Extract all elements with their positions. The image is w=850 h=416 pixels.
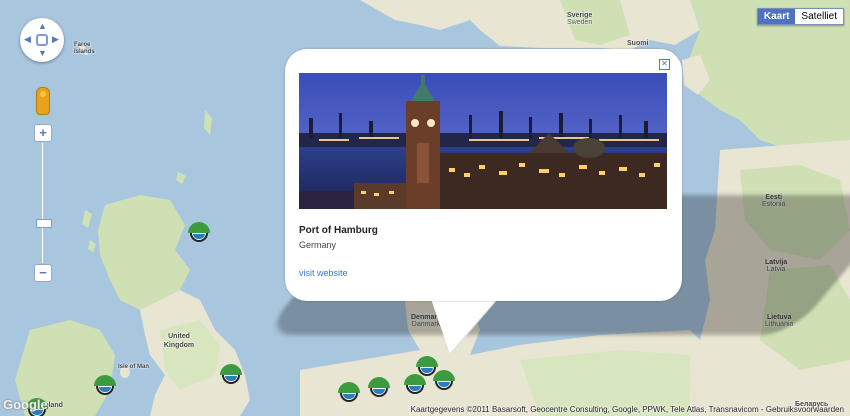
port-marker-icon[interactable] xyxy=(433,370,455,392)
pan-down-icon[interactable]: ▼ xyxy=(38,49,47,58)
google-logo: Google xyxy=(3,397,48,412)
port-marker-icon[interactable] xyxy=(338,382,360,404)
zoom-in-icon[interactable]: + xyxy=(34,124,52,142)
pan-left-icon[interactable]: ◀ xyxy=(24,35,31,44)
pan-center-icon xyxy=(36,34,48,46)
pegman-icon[interactable] xyxy=(37,88,49,114)
map[interactable]: Sverige Sweden Faroe Islands United King… xyxy=(0,0,850,416)
zoom-slider-handle[interactable] xyxy=(36,219,52,228)
port-marker-icon[interactable] xyxy=(220,364,242,386)
zoom-slider-track[interactable] xyxy=(41,142,44,264)
port-title: Port of Hamburg xyxy=(299,225,378,236)
pan-up-icon[interactable]: ▲ xyxy=(38,22,47,31)
close-icon[interactable]: ✕ xyxy=(659,59,670,70)
map-type-satelliet[interactable]: Satelliet xyxy=(795,9,843,24)
pan-control-icon[interactable]: ▲ ▼ ◀ ▶ xyxy=(20,18,64,62)
label-isle-of-man: Isle of Man xyxy=(118,364,150,370)
label-sweden: Sverige Sweden xyxy=(567,12,593,26)
map-type-kaart[interactable]: Kaart xyxy=(757,9,796,24)
port-marker-icon[interactable] xyxy=(368,377,390,399)
map-type-control: Kaart Satelliet xyxy=(756,8,844,25)
port-marker-icon[interactable] xyxy=(94,375,116,397)
port-country: Germany xyxy=(299,240,337,250)
port-marker-icon[interactable] xyxy=(188,222,210,244)
label-faroe-islands: Faroe Islands xyxy=(74,42,95,55)
pan-right-icon[interactable]: ▶ xyxy=(52,35,59,44)
label-united-kingdom: United Kingdom xyxy=(163,333,195,349)
map-attribution: Kaartgegevens ©2011 Basarsoft, Geocentre… xyxy=(410,405,844,414)
zoom-control: + − xyxy=(34,124,52,284)
label-finland: Suomi xyxy=(627,40,649,47)
visit-website-link[interactable]: visit website xyxy=(299,268,348,278)
info-window: ✕ Port of Hamburg Germany visit website xyxy=(285,49,682,301)
zoom-out-icon[interactable]: − xyxy=(34,264,52,282)
info-window-tail xyxy=(430,296,501,355)
port-photo xyxy=(299,73,667,209)
